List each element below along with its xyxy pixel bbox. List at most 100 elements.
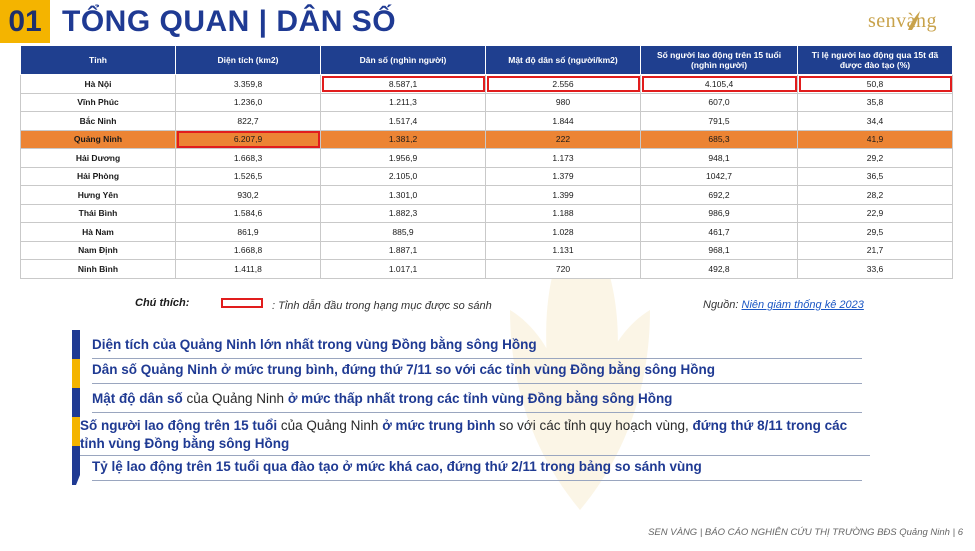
- population-cell: 1.887,1: [320, 240, 486, 260]
- key-insights: Diện tích của Quảng Ninh lớn nhất trong …: [72, 330, 870, 486]
- insight-text: Diện tích của Quảng Ninh lớn nhất trong …: [92, 337, 537, 352]
- insight-item: Tỷ lệ lao động trên 15 tuổi qua đào tạo …: [92, 458, 862, 481]
- column-header: Số người lao động trên 15 tuổi (nghìn ng…: [640, 45, 798, 75]
- table-row: Hà Nội 3.359,8 8.587,1 2.556 4.105,4 50,…: [20, 74, 953, 94]
- workers-cell: 1042,7: [640, 166, 798, 186]
- insight-accent-bar: [72, 330, 80, 475]
- province-cell: Vĩnh Phúc: [20, 92, 176, 112]
- section-number-badge: 01: [0, 0, 50, 43]
- trained-ratio-cell: 29,2: [797, 148, 953, 168]
- density-cell: 1.131: [485, 240, 641, 260]
- population-cell: 1.301,0: [320, 185, 486, 205]
- workers-cell: 607,0: [640, 92, 798, 112]
- province-cell: Ninh Bình: [20, 259, 176, 279]
- trained-ratio-cell: 34,4: [797, 111, 953, 131]
- workers-cell: 4.105,4: [640, 74, 798, 94]
- area-cell: 1.526,5: [175, 166, 321, 186]
- table-row: Hà Nam 861,9 885,9 1.028 461,7 29,5: [20, 222, 953, 242]
- density-cell: 2.556: [485, 74, 641, 94]
- insight-item: Dân số Quảng Ninh ở mức trung bình, đứng…: [92, 361, 862, 384]
- table-header-row: Tỉnh Diện tích (km2) Dân số (nghìn người…: [20, 45, 953, 75]
- density-cell: 1.188: [485, 203, 641, 223]
- workers-cell: 948,1: [640, 148, 798, 168]
- table-row: Ninh Bình 1.411,8 1.017,1 720 492,8 33,6: [20, 259, 953, 279]
- area-cell: 1.236,0: [175, 92, 321, 112]
- column-header: Mật độ dân số (người/km2): [485, 45, 641, 75]
- density-cell: 980: [485, 92, 641, 112]
- density-cell: 1.173: [485, 148, 641, 168]
- trained-ratio-cell: 36,5: [797, 166, 953, 186]
- table-row: Hưng Yên 930,2 1.301,0 1.399 692,2 28,2: [20, 185, 953, 205]
- table-row: Hải Dương 1.668,3 1.956,9 1.173 948,1 29…: [20, 148, 953, 168]
- brand-logo: senvàng: [866, 8, 966, 34]
- area-cell: 6.207,9: [175, 129, 321, 149]
- province-cell: Bắc Ninh: [20, 111, 176, 131]
- insight-text-strong: Mật độ dân số: [92, 391, 183, 406]
- source-link[interactable]: Niên giám thống kê 2023: [742, 299, 864, 311]
- population-cell: 1.211,3: [320, 92, 486, 112]
- population-cell: 1.882,3: [320, 203, 486, 223]
- legend-marker-box: [221, 298, 263, 308]
- density-cell: 1.379: [485, 166, 641, 186]
- density-cell: 720: [485, 259, 641, 279]
- table-row: Thái Bình 1.584,6 1.882,3 1.188 986,9 22…: [20, 203, 953, 223]
- column-header: Dân số (nghìn người): [320, 45, 486, 75]
- trained-ratio-cell: 28,2: [797, 185, 953, 205]
- insight-text: của Quảng Ninh: [182, 391, 288, 406]
- insight-text: Tỷ lệ lao động trên 15 tuổi qua đào tạo …: [92, 459, 702, 474]
- table-row: Hải Phòng 1.526,5 2.105,0 1.379 1042,7 3…: [20, 166, 953, 186]
- insight-text-strong: ở mức trung bình: [382, 418, 496, 433]
- area-cell: 861,9: [175, 222, 321, 242]
- insight-item: Mật độ dân số của Quảng Ninh ở mức thấp …: [92, 390, 862, 413]
- province-cell: Hà Nội: [20, 74, 176, 94]
- population-table: Tỉnh Diện tích (km2) Dân số (nghìn người…: [20, 45, 953, 279]
- logo-text: senvàng: [868, 10, 938, 32]
- population-cell: 1.956,9: [320, 148, 486, 168]
- footer-text: SEN VÀNG | BÁO CÁO NGHIÊN CỨU THỊ TRƯỜNG…: [648, 527, 963, 538]
- workers-cell: 986,9: [640, 203, 798, 223]
- insight-text: của Quảng Ninh: [277, 418, 383, 433]
- population-cell: 2.105,0: [320, 166, 486, 186]
- trained-ratio-cell: 35,8: [797, 92, 953, 112]
- column-header: Tỉ lệ người lao động qua 15t đã được đào…: [797, 45, 953, 75]
- legend-label: Chú thích:: [135, 297, 190, 309]
- workers-cell: 692,2: [640, 185, 798, 205]
- insight-item: Diện tích của Quảng Ninh lớn nhất trong …: [92, 336, 862, 359]
- insight-text: Dân số Quảng Ninh ở mức trung bình, đứng…: [92, 362, 716, 377]
- workers-cell: 968,1: [640, 240, 798, 260]
- province-cell: Hà Nam: [20, 222, 176, 242]
- area-cell: 3.359,8: [175, 74, 321, 94]
- table-row: Vĩnh Phúc 1.236,0 1.211,3 980 607,0 35,8: [20, 92, 953, 112]
- density-cell: 1.399: [485, 185, 641, 205]
- page-title: TỔNG QUAN | DÂN SỐ: [62, 5, 397, 38]
- workers-cell: 791,5: [640, 111, 798, 131]
- source-note: Nguồn: Niên giám thống kê 2023: [703, 299, 864, 311]
- province-cell: Nam Định: [20, 240, 176, 260]
- source-label: Nguồn:: [703, 299, 742, 311]
- area-cell: 1.668,8: [175, 240, 321, 260]
- population-cell: 885,9: [320, 222, 486, 242]
- population-cell: 8.587,1: [320, 74, 486, 94]
- trained-ratio-cell: 22,9: [797, 203, 953, 223]
- area-cell: 930,2: [175, 185, 321, 205]
- population-cell: 1.381,2: [320, 129, 486, 149]
- density-cell: 1.844: [485, 111, 641, 131]
- table-row-highlighted: Quảng Ninh 6.207,9 1.381,2 222 685,3 41,…: [20, 129, 953, 149]
- column-header: Tỉnh: [20, 45, 176, 75]
- area-cell: 1.584,6: [175, 203, 321, 223]
- trained-ratio-cell: 33,6: [797, 259, 953, 279]
- workers-cell: 492,8: [640, 259, 798, 279]
- density-cell: 1.028: [485, 222, 641, 242]
- area-cell: 822,7: [175, 111, 321, 131]
- workers-cell: 461,7: [640, 222, 798, 242]
- insight-item: Số người lao động trên 15 tuổi của Quảng…: [80, 417, 870, 456]
- insight-text: so với các tỉnh quy hoạch vùng,: [495, 418, 693, 433]
- table-row: Nam Định 1.668,8 1.887,1 1.131 968,1 21,…: [20, 240, 953, 260]
- province-cell: Hưng Yên: [20, 185, 176, 205]
- population-cell: 1.517,4: [320, 111, 486, 131]
- population-cell: 1.017,1: [320, 259, 486, 279]
- trained-ratio-cell: 41,9: [797, 129, 953, 149]
- area-cell: 1.411,8: [175, 259, 321, 279]
- column-header: Diện tích (km2): [175, 45, 321, 75]
- province-cell: Hải Dương: [20, 148, 176, 168]
